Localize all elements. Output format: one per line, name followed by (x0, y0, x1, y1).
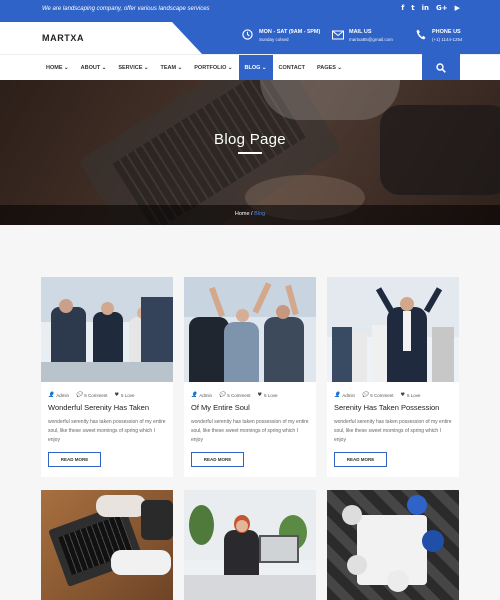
main-nav: HOME ⌄ ABOUT ⌄ SERVICE ⌄ TEAM ⌄ PORTFOLI… (0, 54, 500, 81)
blog-card: 👤 Admin 💬 5 Comment ♥ 5 Love Wonderful Sere… (41, 277, 173, 477)
user-icon: 👤 (48, 392, 55, 398)
post-image[interactable] (41, 277, 173, 382)
facebook-icon[interactable]: f (401, 4, 404, 12)
phone-number[interactable]: (+1) 1144-1254 (432, 36, 463, 44)
tagline: We are landscaping company, offer variou… (42, 6, 210, 12)
breadcrumb-current: Blog (254, 211, 266, 217)
post-author[interactable]: 👤 Admin (191, 392, 212, 398)
nav-item-home[interactable]: HOME ⌄ (40, 55, 75, 81)
chevron-down-icon: ⌄ (261, 65, 267, 71)
post-meta: 👤 Admin 💬 5 Comment ♥ 5 Love (191, 392, 278, 398)
search-button[interactable] (422, 54, 460, 81)
nav-item-blog[interactable]: BLOG ⌄ (238, 55, 273, 81)
post-title[interactable]: Serenity Has Taken Possession (334, 403, 439, 412)
hours-info: MON - SAT (9AM - 5PM) Sunday colsed (241, 28, 320, 44)
read-more-button[interactable]: READ MORE (191, 452, 244, 467)
comment-icon: 💬 (219, 392, 226, 398)
post-likes[interactable]: ♥ 5 Love (401, 392, 421, 398)
post-author[interactable]: 👤 Admin (48, 392, 69, 398)
post-author[interactable]: 👤 Admin (334, 392, 355, 398)
heart-icon: ♥ (257, 392, 262, 398)
clock-icon (241, 28, 254, 41)
blog-card (184, 490, 316, 600)
read-more-button[interactable]: READ MORE (48, 452, 101, 467)
comment-icon: 💬 (76, 392, 83, 398)
post-image[interactable] (41, 490, 173, 600)
post-comments[interactable]: 💬 5 Comment (219, 392, 251, 398)
nav-item-contact[interactable]: CONTACT (273, 55, 311, 81)
social-links: f t in G+ ▶ (401, 4, 460, 12)
post-image[interactable] (327, 490, 459, 600)
google-plus-icon[interactable]: G+ (436, 4, 448, 12)
comment-icon: 💬 (362, 392, 369, 398)
post-excerpt: wonderful serenity has taken possession … (334, 419, 452, 443)
read-more-button[interactable]: READ MORE (334, 452, 387, 467)
post-title[interactable]: Wonderful Serenity Has Taken (48, 403, 149, 412)
user-icon: 👤 (191, 392, 198, 398)
post-image[interactable] (184, 490, 316, 600)
youtube-icon[interactable]: ▶ (455, 4, 460, 12)
chevron-down-icon: ⌄ (64, 65, 69, 71)
post-comments[interactable]: 💬 5 Comment (362, 392, 394, 398)
chevron-down-icon: ⌄ (177, 65, 183, 71)
blog-card (327, 490, 459, 600)
chevron-down-icon: ⌄ (337, 65, 343, 71)
post-meta: 👤 Admin 💬 5 Comment ♥ 5 Love (334, 392, 421, 398)
phone-icon (414, 28, 427, 41)
hours-sub: Sunday colsed (259, 37, 289, 42)
nav-item-pages[interactable]: PAGES ⌄ (311, 55, 348, 81)
heart-icon: ♥ (400, 392, 405, 398)
page-banner: Blog Page Home / Blog (0, 80, 500, 225)
nav-item-service[interactable]: SERVICE ⌄ (112, 55, 154, 81)
nav-item-team[interactable]: TEAM ⌄ (155, 55, 189, 81)
post-comments[interactable]: 💬 5 Comment (76, 392, 108, 398)
phone-info: PHONE US (+1) 1144-1254 (414, 28, 463, 44)
chevron-down-icon: ⌄ (227, 65, 233, 71)
mail-info: MAIL US martxa85@gmail.com (331, 28, 393, 44)
mail-address[interactable]: martxa85@gmail.com (349, 36, 393, 44)
post-image[interactable] (184, 277, 316, 382)
title-underline (238, 152, 262, 154)
phone-title: PHONE US (432, 29, 461, 35)
site-logo[interactable]: MARTXA (42, 33, 84, 43)
post-title[interactable]: Of My Entire Soul (191, 403, 250, 412)
post-meta: 👤 Admin 💬 5 Comment ♥ 5 Love (48, 392, 135, 398)
heart-icon: ♥ (114, 392, 119, 398)
post-excerpt: wonderful serenity has taken possession … (191, 419, 309, 443)
chevron-down-icon: ⌄ (101, 65, 107, 71)
hours-title: MON - SAT (9AM - 5PM) (259, 29, 321, 35)
breadcrumb: Home / Blog (0, 211, 500, 217)
post-excerpt: wonderful serenity has taken possession … (48, 419, 166, 443)
post-likes[interactable]: ♥ 5 Love (115, 392, 135, 398)
blog-card: 👤 Admin 💬 5 Comment ♥ 5 Love Serenity Has T… (327, 277, 459, 477)
page-title: Blog Page (214, 131, 286, 148)
breadcrumb-bar: Home / Blog (0, 205, 500, 225)
post-image[interactable] (327, 277, 459, 382)
site-header: MARTXA MON - SAT (9AM - 5PM) Sunday cols… (0, 22, 500, 54)
search-icon (436, 62, 446, 73)
nav-item-portfolio[interactable]: PORTFOLIO ⌄ (188, 55, 238, 81)
blog-card: 👤 Admin 💬 5 Comment ♥ 5 Love Of My Entire S… (184, 277, 316, 477)
post-likes[interactable]: ♥ 5 Love (258, 392, 278, 398)
twitter-icon[interactable]: t (411, 4, 414, 12)
linkedin-icon[interactable]: in (422, 4, 429, 12)
mail-title: MAIL US (349, 29, 372, 35)
user-icon: 👤 (334, 392, 341, 398)
mail-icon (331, 28, 344, 41)
breadcrumb-home[interactable]: Home (235, 211, 250, 217)
top-bar: We are landscaping company, offer variou… (0, 0, 500, 22)
nav-item-about[interactable]: ABOUT ⌄ (75, 55, 113, 81)
blog-card (41, 490, 173, 600)
chevron-down-icon: ⌄ (143, 65, 149, 71)
